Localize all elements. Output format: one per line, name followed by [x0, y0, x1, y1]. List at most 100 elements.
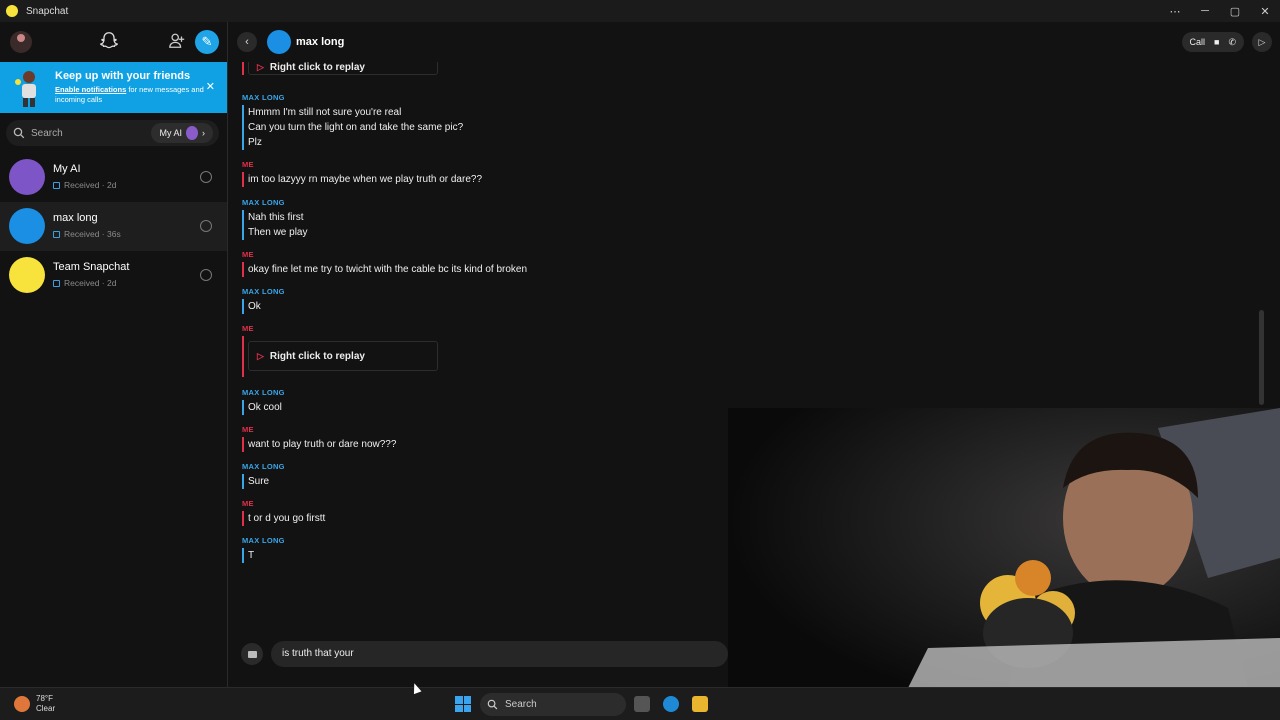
chat-status: Received · 36s — [53, 229, 121, 239]
message-text: Can you turn the light on and take the s… — [248, 122, 464, 133]
snap-replay-label: Right click to replay — [269, 350, 365, 362]
message-group: MAX LONG T — [242, 536, 285, 563]
received-icon — [53, 181, 60, 189]
chat-item-my-ai[interactable]: My AI Received · 2d — [0, 153, 227, 202]
banner-close-icon[interactable]: ✕ — [206, 80, 215, 93]
contact-name[interactable]: max long — [296, 36, 344, 48]
snap-replay-box[interactable]: ▷ Right click to replay — [248, 62, 438, 75]
sender-label: ME — [242, 425, 254, 434]
message-body: T — [242, 548, 285, 563]
message-composer: is truth that your — [241, 641, 728, 667]
back-button[interactable]: ‹ — [237, 32, 257, 52]
message-body: Ok cool — [242, 400, 285, 415]
camera-icon[interactable] — [200, 220, 212, 232]
search-placeholder: Search — [31, 127, 63, 139]
sender-label: MAX LONG — [242, 536, 285, 545]
search-icon — [487, 699, 498, 710]
chat-header: ‹ max long Call ■ ✆ ▷ — [229, 22, 1280, 62]
chat-item-max-long[interactable]: max long Received · 36s — [0, 202, 227, 251]
message-snap[interactable]: ▷ Right click to replay — [242, 62, 438, 75]
webcam-overlay — [728, 408, 1280, 688]
weather-condition: Clear — [36, 704, 56, 713]
notification-banner: Keep up with your friends Enable notific… — [0, 62, 227, 113]
message-body: Sure — [242, 474, 285, 489]
maximize-icon[interactable]: ▢ — [1220, 5, 1250, 18]
start-icon[interactable] — [455, 696, 471, 712]
sender-label: MAX LONG — [242, 198, 285, 207]
close-icon[interactable]: ✕ — [1250, 5, 1280, 18]
temperature: 78°F — [36, 694, 53, 703]
message-group: ME want to play truth or dare now??? — [242, 425, 396, 452]
message-group: MAX LONG Nah this first Then we play — [242, 198, 307, 240]
profile-avatar[interactable] — [10, 31, 32, 53]
snap-replay-box[interactable]: ▷ Right click to replay — [248, 341, 438, 371]
enable-notifications-link[interactable]: Enable notifications — [55, 85, 126, 94]
my-ai-button[interactable]: My AI › — [151, 123, 213, 143]
chat-name: Team Snapchat — [53, 261, 130, 273]
contact-avatar[interactable] — [267, 30, 291, 54]
message-input[interactable]: is truth that your — [271, 641, 728, 667]
chat-status-text: Received · 2d — [64, 180, 117, 190]
received-icon — [53, 230, 60, 238]
sender-label: MAX LONG — [242, 93, 285, 102]
video-call-icon[interactable]: ■ — [1214, 37, 1219, 47]
message-body: okay fine let me try to twicht with the … — [242, 262, 527, 277]
message-text: Then we play — [248, 227, 308, 238]
chat-name: max long — [53, 212, 98, 224]
webcam-feed-image — [728, 408, 1280, 688]
message-text: Ok cool — [248, 402, 282, 413]
message-group: MAX LONG Hmmm I'm still not sure you're … — [242, 93, 463, 150]
banner-text: Enable notifications for new messages an… — [55, 85, 205, 105]
chat-item-team-snapchat[interactable]: Team Snapchat Received · 2d — [0, 251, 227, 300]
message-text: T — [248, 550, 255, 561]
message-body: Hmmm I'm still not sure you're real Can … — [242, 105, 463, 150]
weather-widget[interactable]: 78°F Clear — [14, 694, 55, 714]
sender-label: ME — [242, 160, 254, 169]
message-text: im too lazyyy rn maybe when we play trut… — [248, 174, 482, 185]
search-input[interactable]: Search My AI › — [6, 120, 219, 146]
play-icon: ▷ — [257, 350, 264, 361]
message-group: MAX LONG Sure — [242, 462, 285, 489]
message-text: Nah this first — [248, 212, 304, 223]
sidebar: ✎ Keep up with your friends Enable notif… — [0, 22, 228, 687]
taskbar-search[interactable]: Search — [480, 693, 626, 716]
add-friend-icon[interactable] — [168, 32, 186, 50]
task-view-icon[interactable] — [634, 696, 650, 712]
minimize-icon[interactable]: ─ — [1190, 5, 1220, 17]
call-button[interactable]: Call ■ ✆ — [1181, 32, 1244, 52]
max-long-avatar — [9, 208, 45, 244]
message-body: ▷ Right click to replay — [242, 62, 438, 75]
camera-button[interactable] — [241, 643, 263, 665]
snapchat-ghost-icon[interactable] — [98, 30, 120, 52]
more-options-icon[interactable]: ⋯ — [1160, 5, 1190, 18]
chat-status: Received · 2d — [53, 278, 116, 288]
snap-replay-label: Right click to replay — [269, 62, 365, 73]
window-title: Snapchat — [26, 5, 69, 17]
phone-icon[interactable]: ✆ — [1228, 37, 1236, 48]
file-explorer-icon[interactable] — [692, 696, 708, 712]
play-icon[interactable]: ▷ — [1252, 32, 1272, 52]
message-text: Plz — [248, 137, 262, 148]
play-icon: ▷ — [257, 62, 264, 72]
message-scrollbar[interactable] — [1259, 310, 1264, 405]
message-body: im too lazyyy rn maybe when we play trut… — [242, 172, 482, 187]
weather-text: 78°F Clear — [36, 694, 55, 714]
chat-status: Received · 2d — [53, 180, 116, 190]
sidebar-toolbar: ✎ — [0, 22, 227, 62]
message-group: MAX LONG Ok — [242, 287, 285, 314]
message-group: ME okay fine let me try to twicht with t… — [242, 250, 527, 277]
message-text: t or d you go firstt — [248, 513, 326, 524]
message-group: ME im too lazyyy rn maybe when we play t… — [242, 160, 482, 187]
snapchat-app-icon — [6, 5, 18, 17]
sender-label: MAX LONG — [242, 287, 285, 296]
weather-icon — [14, 696, 30, 712]
edge-browser-icon[interactable] — [663, 696, 679, 712]
camera-icon[interactable] — [200, 171, 212, 183]
new-chat-button[interactable]: ✎ — [195, 30, 219, 54]
message-body: Nah this first Then we play — [242, 210, 307, 240]
message-body: ▷ Right click to replay — [242, 336, 438, 377]
camera-icon[interactable] — [200, 269, 212, 281]
window-controls: ⋯ ─ ▢ ✕ — [1160, 0, 1280, 22]
bitmoji-illustration — [15, 71, 36, 107]
sender-label: MAX LONG — [242, 462, 285, 471]
